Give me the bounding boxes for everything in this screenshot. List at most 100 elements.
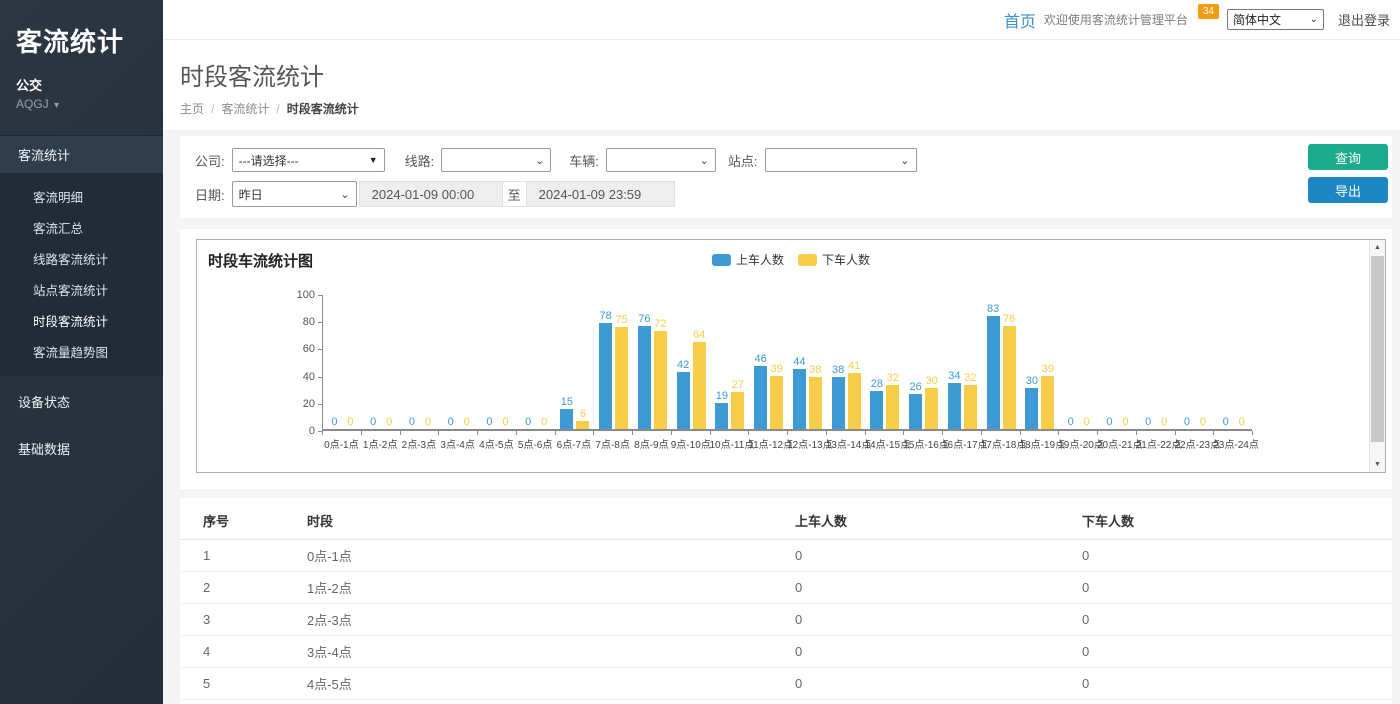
bar-column: 27 [731, 379, 744, 429]
bar-column: 0 [1180, 416, 1193, 429]
legend-item[interactable]: 下车人数 [798, 251, 870, 268]
bar-column: 0 [444, 416, 457, 429]
y-axis-label: 0 [275, 425, 315, 437]
chart-scrollbar[interactable]: ▲ ▼ [1369, 240, 1385, 472]
sidebar-item-passenger-stats[interactable]: 客流统计 [0, 135, 163, 174]
company-select[interactable]: ---请选择--- ▼ [232, 148, 385, 172]
bar-alighting [770, 376, 783, 429]
x-axis-label: 21点-22点 [1136, 436, 1175, 451]
bar-alighting [654, 331, 667, 429]
sidebar-subitem[interactable]: 站点客流统计 [0, 274, 163, 305]
x-axis-label: 14点-15点 [865, 436, 904, 451]
table-row: 10点-1点00 [180, 540, 1392, 572]
sidebar-subitem[interactable]: 线路客流统计 [0, 243, 163, 274]
x-axis-tick [1176, 431, 1215, 435]
chart-bar-group: 3039 [1021, 293, 1060, 429]
bar-value-label: 0 [464, 416, 470, 428]
x-axis-label: 5点-6点 [516, 436, 555, 451]
x-axis-label: 17点-18点 [981, 436, 1020, 451]
bar-value-label: 0 [347, 416, 353, 428]
x-axis-label: 18点-19点 [1020, 436, 1059, 451]
bar-value-label: 0 [425, 416, 431, 428]
bar-column: 0 [1219, 416, 1232, 429]
export-button[interactable]: 导出 [1308, 177, 1388, 203]
bar-value-label: 0 [1184, 416, 1190, 428]
sidebar-item[interactable]: 设备状态 [0, 380, 163, 423]
sidebar-subitem[interactable]: 时段客流统计 [0, 305, 163, 336]
bar-boarding [909, 394, 922, 429]
table-cell: 3点-4点 [307, 636, 795, 668]
table-cell: 2点-3点 [307, 604, 795, 636]
x-axis-label: 6点-7点 [555, 436, 594, 451]
y-axis-label: 80 [275, 316, 315, 328]
scroll-down-arrow-icon[interactable]: ▼ [1370, 457, 1385, 472]
end-date-input[interactable]: 2024-01-09 23:59 [527, 181, 675, 207]
topbar: 首页 欢迎使用客流统计管理平台 34 简体中文 ⌄ 退出登录 [163, 0, 1400, 40]
line-select[interactable]: ⌄ [441, 148, 551, 172]
chart-bar-group: 3432 [943, 293, 982, 429]
table-row: 21点-2点00 [180, 572, 1392, 604]
bar-column: 0 [460, 416, 473, 429]
chart-bar-group: 00 [401, 293, 440, 429]
bar-value-label: 72 [654, 318, 666, 330]
x-axis-tick [362, 431, 401, 435]
station-label: 站点: [728, 151, 758, 170]
home-link[interactable]: 首页 [1004, 8, 1036, 32]
org-code-dropdown[interactable]: AQGJ ▾ [0, 94, 163, 119]
x-axis-label: 16点-17点 [942, 436, 981, 451]
bar-alighting [964, 385, 977, 429]
x-axis-tick [1098, 431, 1137, 435]
station-select[interactable]: ⌄ [765, 148, 917, 172]
chevron-down-icon: ▾ [54, 100, 59, 111]
start-date-input[interactable]: 2024-01-09 00:00 [359, 181, 502, 207]
x-axis-tick [517, 431, 556, 435]
dropdown-arrow-icon: ▼ [369, 155, 378, 165]
language-select[interactable]: 简体中文 ⌄ [1227, 9, 1324, 30]
scrollbar-thumb[interactable] [1371, 256, 1384, 442]
sidebar-subitem[interactable]: 客流明细 [0, 181, 163, 212]
date-label: 日期: [195, 185, 225, 204]
y-axis-tick [318, 322, 323, 323]
table-section: 序号时段上车人数下车人数 10点-1点0021点-2点0032点-3点0043点… [180, 498, 1392, 704]
bar-column: 39 [770, 363, 783, 429]
sidebar-subitem[interactable]: 客流量趋势图 [0, 336, 163, 367]
x-axis-ticks [322, 431, 1252, 435]
x-axis-label: 13点-14点 [826, 436, 865, 451]
bar-value-label: 39 [1042, 363, 1054, 375]
sidebar-item[interactable]: 基础数据 [0, 427, 163, 470]
bar-alighting [1003, 326, 1016, 429]
table-cell: 2 [180, 572, 307, 604]
x-axis-label: 8点-9点 [632, 436, 671, 451]
breadcrumb-item[interactable]: 客流统计 [221, 102, 269, 116]
table-cell: 5 [180, 668, 307, 700]
bar-column: 0 [1119, 416, 1132, 429]
breadcrumb-item[interactable]: 主页 [180, 102, 204, 116]
bar-column: 76 [638, 313, 651, 429]
date-preset-value: 昨日 [239, 186, 263, 203]
logout-link[interactable]: 退出登录 [1338, 10, 1390, 29]
bar-column: 0 [499, 416, 512, 429]
org-name: 公交 [0, 59, 163, 94]
table-row: 65点-6点00 [180, 700, 1392, 704]
scroll-up-arrow-icon[interactable]: ▲ [1370, 240, 1385, 255]
bar-column: 0 [367, 416, 380, 429]
sidebar-subitem[interactable]: 客流汇总 [0, 212, 163, 243]
bar-column: 0 [344, 416, 357, 429]
bar-value-label: 0 [1161, 416, 1167, 428]
chart-bar-group: 00 [1137, 293, 1176, 429]
y-axis-label: 100 [275, 289, 315, 301]
x-axis-label: 2点-3点 [400, 436, 439, 451]
chart-bar-group: 4264 [672, 293, 711, 429]
vehicle-select[interactable]: ⌄ [606, 148, 716, 172]
bar-value-label: 32 [964, 372, 976, 384]
table-cell: 0 [795, 540, 1082, 572]
bar-column: 6 [576, 408, 589, 429]
bar-column: 38 [809, 364, 822, 429]
bar-value-label: 78 [600, 310, 612, 322]
filter-row-2: 日期: 昨日 ⌄ 2024-01-09 00:00 至 2024-01-09 2… [195, 181, 1377, 207]
legend-item[interactable]: 上车人数 [712, 251, 784, 268]
query-button[interactable]: 查询 [1308, 144, 1388, 170]
date-preset-select[interactable]: 昨日 ⌄ [232, 181, 357, 207]
bar-alighting [731, 392, 744, 429]
y-axis-tick [318, 349, 323, 350]
